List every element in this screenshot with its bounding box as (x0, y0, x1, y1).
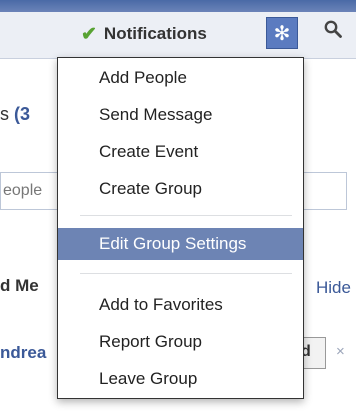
member-name-link[interactable]: ndrea (0, 343, 46, 363)
suggested-members-heading: d Me (0, 276, 39, 295)
menu-item-send-message[interactable]: Send Message (58, 99, 303, 131)
settings-gear-button[interactable]: ✻ (266, 17, 298, 49)
menu-separator (80, 273, 292, 274)
menu-item-create-event[interactable]: Create Event (58, 136, 303, 168)
menu-item-edit-group-settings[interactable]: Edit Group Settings (58, 228, 303, 260)
close-icon[interactable]: × (336, 343, 345, 360)
notifications-label: Notifications (103, 24, 207, 43)
checkmark-icon: ✔ (81, 23, 97, 45)
menu-item-add-people[interactable]: Add People (58, 62, 303, 94)
gear-icon: ✻ (273, 22, 291, 45)
search-icon[interactable] (324, 20, 342, 44)
menu-item-report-group[interactable]: Report Group (58, 326, 303, 358)
group-settings-dropdown: Add People Send Message Create Event Cre… (57, 57, 304, 399)
menu-item-add-to-favorites[interactable]: Add to Favorites (58, 289, 303, 321)
search-icon-glyph (324, 20, 342, 38)
top-navigation-strip (0, 0, 356, 12)
menu-item-leave-group[interactable]: Leave Group (58, 363, 303, 395)
members-count-text: s (3 (0, 104, 30, 125)
hide-link[interactable]: Hide (316, 278, 351, 298)
menu-separator (80, 215, 292, 216)
members-prefix: s (0, 104, 9, 124)
menu-item-create-group[interactable]: Create Group (58, 173, 303, 205)
notifications-button[interactable]: ✔ Notifications (81, 21, 207, 47)
members-count[interactable]: (3 (14, 104, 30, 124)
